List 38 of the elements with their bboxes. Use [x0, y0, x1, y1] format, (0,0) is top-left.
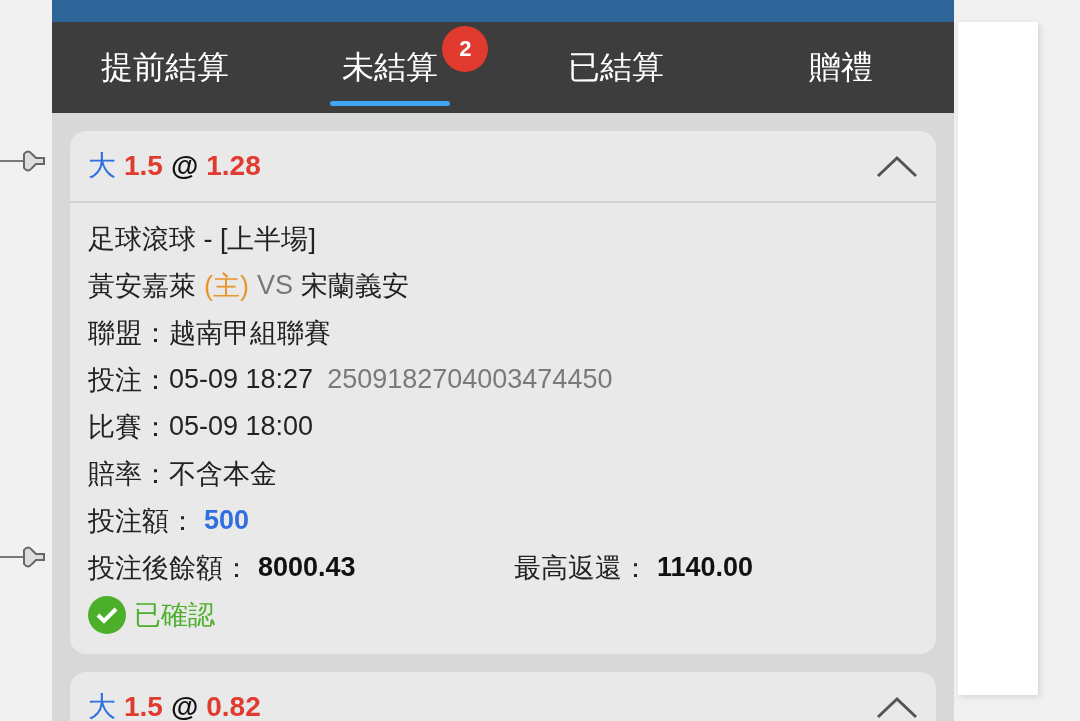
- bet-line: 1.5: [124, 150, 163, 182]
- field-label: 賠率：: [88, 457, 169, 491]
- field-value: 不含本金: [169, 457, 277, 491]
- field-value: 越南甲組聯賽: [169, 316, 331, 350]
- tab[interactable]: 未結算 2: [277, 22, 503, 113]
- field-value: 8000.43: [258, 552, 356, 583]
- field-label: 投注額：: [88, 504, 196, 538]
- at-sign: @: [170, 691, 199, 721]
- bet-pick: 大: [88, 690, 116, 721]
- field-label: 投注後餘額：: [88, 551, 250, 585]
- tab[interactable]: 已結算: [503, 22, 729, 113]
- field-value: 05-09 18:27: [169, 364, 314, 395]
- bet-odds: 1.28: [206, 150, 261, 182]
- field-label: 投注：: [88, 363, 169, 397]
- team-name: 黃安嘉萊: [88, 269, 196, 303]
- field-label: 聯盟：: [88, 316, 169, 350]
- clip-icon: [0, 544, 48, 570]
- stake-amount: 500: [204, 505, 250, 536]
- chevron-up-icon[interactable]: [876, 695, 918, 719]
- tab[interactable]: 提前結算: [52, 22, 278, 113]
- at-sign: @: [170, 150, 199, 182]
- bet-id: 2509182704003474450: [327, 364, 613, 395]
- market-name: 足球滾球 - [上半場]: [88, 222, 316, 256]
- vs-label: VS: [257, 270, 293, 301]
- bet-odds: 0.82: [206, 691, 261, 721]
- field-value: 05-09 18:00: [169, 411, 314, 442]
- bet-pick: 大: [88, 149, 116, 183]
- tab[interactable]: 贈禮: [728, 22, 954, 113]
- chevron-up-icon[interactable]: [876, 154, 918, 178]
- team-name: 宋蘭義安: [301, 269, 409, 303]
- home-tag: (主): [204, 267, 249, 304]
- clip-icon: [0, 148, 48, 174]
- count-badge: 2: [442, 25, 489, 72]
- field-value: 1140.00: [657, 552, 754, 583]
- field-label: 比賽：: [88, 410, 169, 444]
- bet-line: 1.5: [124, 691, 163, 721]
- field-label: 最高返還：: [514, 551, 649, 585]
- status-label: 已確認: [134, 598, 215, 632]
